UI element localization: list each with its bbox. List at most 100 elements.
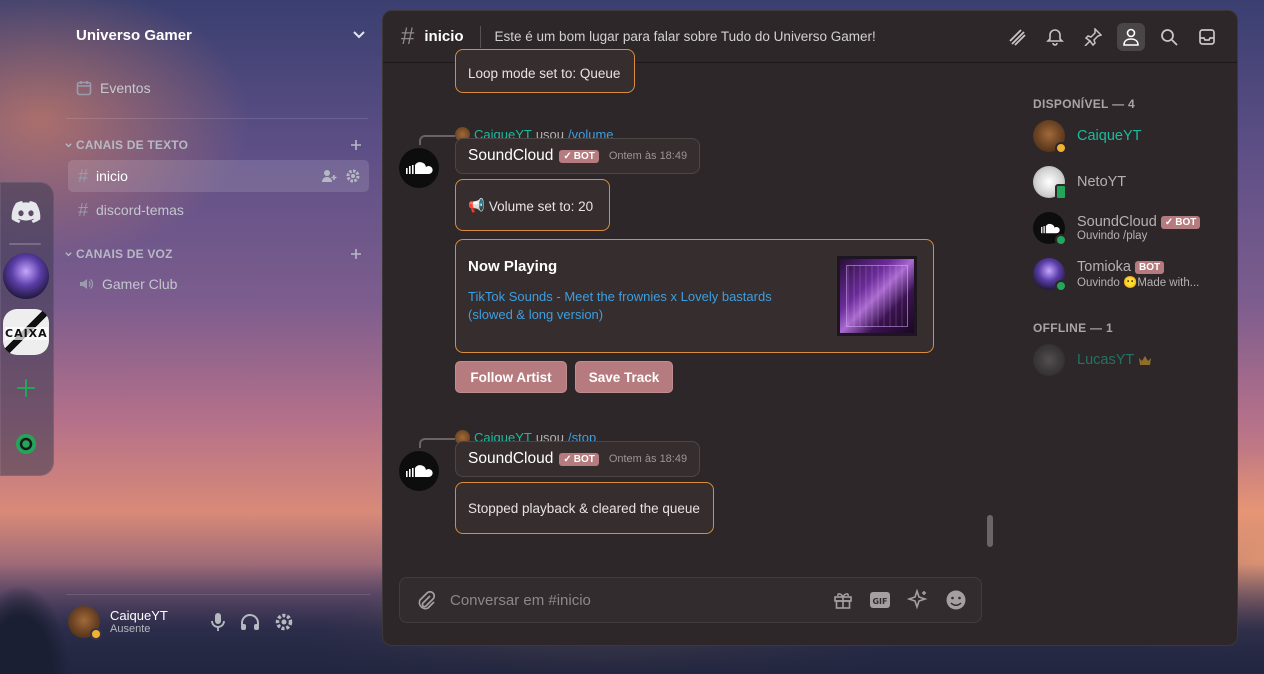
message-author[interactable]: SoundCloud [468, 147, 553, 165]
inbox-icon [1199, 29, 1215, 45]
pinned-button[interactable] [1079, 23, 1107, 51]
soundcloud-avatar[interactable] [399, 451, 439, 491]
soundcloud-avatar[interactable] [399, 148, 439, 188]
member-activity: Ouvindo /play [1077, 230, 1148, 242]
plus-icon [17, 379, 35, 397]
gif-icon[interactable]: GIF [869, 590, 891, 610]
avatar [1033, 166, 1067, 200]
discover-button[interactable] [3, 421, 49, 467]
bell-icon [1046, 29, 1064, 46]
caixa-logo: CAIXA [3, 309, 49, 355]
member-item[interactable]: NetoYT [1033, 162, 1233, 202]
channel-label: inicio [96, 168, 128, 184]
svg-text:GIF: GIF [872, 597, 887, 606]
message-author[interactable]: SoundCloud [468, 450, 553, 468]
server-icon-caixa[interactable]: CAIXA [3, 309, 49, 355]
invite-icon[interactable] [321, 168, 337, 184]
add-channel-icon[interactable] [350, 248, 362, 260]
emoji-icon[interactable] [945, 589, 967, 611]
offline-header: OFFLINE — 1 [1033, 321, 1113, 335]
now-playing-embed: Now Playing TikTok Sounds - Meet the fro… [455, 239, 934, 353]
user-status: Ausente [110, 623, 151, 635]
events-link[interactable]: Eventos [76, 80, 151, 96]
reply-connector [419, 438, 455, 448]
user-panel: CaiqueYT Ausente [66, 594, 370, 648]
member-item[interactable]: LucasYT [1033, 340, 1233, 380]
avatar [1033, 120, 1067, 154]
rail-separator [9, 243, 41, 245]
channel-title: inicio [424, 28, 464, 45]
online-status-icon [1055, 280, 1067, 292]
member-item[interactable]: SoundCloud ✓ BOT Ouvindo /play [1033, 208, 1233, 248]
inbox-button[interactable] [1193, 23, 1221, 51]
chat-scrollbar[interactable] [987, 515, 993, 547]
voice-channel-gamer-club[interactable]: Gamer Club [68, 268, 369, 300]
category-text-channels[interactable]: CANAIS DE TEXTO [64, 138, 362, 152]
compass-icon [16, 434, 36, 454]
bot-badge: ✓ BOT [559, 452, 599, 466]
notifications-button[interactable] [1041, 23, 1069, 51]
track-link[interactable]: TikTok Sounds - Meet the frownies x Love… [468, 288, 798, 324]
speaker-icon [80, 279, 94, 289]
discord-home-button[interactable] [3, 189, 49, 235]
microphone-icon[interactable] [210, 612, 226, 632]
mobile-status-icon [1055, 184, 1067, 200]
main-panel: # inicio Este é um bom lugar para falar … [382, 10, 1238, 646]
guild-header[interactable]: Universo Gamer [76, 22, 366, 48]
threads-icon [1009, 29, 1026, 46]
category-voice-channels[interactable]: CANAIS DE VOZ [64, 247, 362, 261]
message-input[interactable] [450, 591, 810, 609]
online-header: DISPONÍVEL — 4 [1033, 97, 1136, 111]
gear-icon[interactable] [345, 168, 361, 184]
avatar[interactable] [68, 605, 102, 640]
embed-text: Stopped playback & cleared the queue [468, 501, 700, 516]
message-timestamp: Ontem às 18:49 [608, 150, 688, 162]
member-list-button[interactable] [1117, 23, 1145, 51]
avatar [1033, 344, 1065, 376]
chevron-down-icon [353, 31, 365, 39]
add-channel-icon[interactable] [350, 139, 362, 151]
volume-embed: 📢 Volume set to: 20 [455, 179, 610, 231]
server-list: CAIXA [0, 182, 54, 476]
track-artwork[interactable] [837, 256, 917, 336]
members-icon [1123, 28, 1139, 46]
stop-embed: Stopped playback & cleared the queue [455, 482, 714, 534]
avatar [1033, 212, 1067, 246]
channel-topic[interactable]: Este é um bom lugar para falar sobre Tud… [495, 29, 876, 44]
message-header: SoundCloud ✓ BOT Ontem às 18:49 [455, 138, 701, 174]
megaphone-icon: 📢 [468, 198, 485, 213]
now-playing-title: Now Playing [468, 258, 558, 275]
member-name: LucasYT [1077, 352, 1135, 368]
background-tree [0, 584, 70, 674]
save-track-button[interactable]: Save Track [575, 361, 673, 393]
sparkle-icon[interactable] [907, 589, 929, 611]
guild-name: Universo Gamer [76, 26, 192, 44]
message-list: Loop mode set to: Queue CaiqueYT usou /v… [383, 49, 997, 563]
chevron-down-icon [65, 251, 72, 256]
member-item[interactable]: Tomioka BOT Ouvindo 😶Made with... [1033, 254, 1233, 294]
avatar [1033, 258, 1067, 292]
events-label: Eventos [100, 80, 151, 96]
headphones-icon[interactable] [240, 613, 260, 631]
member-list: DISPONÍVEL — 4 CaiqueYT NetoYT SoundClou… [1013, 63, 1237, 643]
paperclip-icon[interactable] [416, 590, 436, 610]
search-button[interactable] [1155, 23, 1183, 51]
online-status-icon [1055, 234, 1067, 246]
soundcloud-icon [406, 465, 433, 478]
embed-text: Loop mode set to: Queue [468, 66, 621, 81]
channel-label: Gamer Club [102, 276, 178, 292]
follow-artist-button[interactable]: Follow Artist [455, 361, 567, 393]
channel-discord-temas[interactable]: # discord-temas [68, 194, 369, 226]
add-server-button[interactable] [3, 365, 49, 411]
message-header: SoundCloud ✓ BOT Ontem às 18:49 [455, 441, 701, 477]
threads-button[interactable] [1003, 23, 1031, 51]
server-icon-anime[interactable] [3, 253, 49, 299]
discord-icon [11, 201, 41, 223]
channel-inicio[interactable]: # inicio [68, 160, 369, 192]
settings-gear-icon[interactable] [274, 612, 294, 632]
idle-status-icon [1055, 142, 1067, 154]
hash-icon: # [78, 165, 89, 186]
gift-icon[interactable] [833, 590, 853, 610]
embed-text: Volume set to: 20 [488, 198, 594, 214]
member-item[interactable]: CaiqueYT [1033, 116, 1233, 156]
